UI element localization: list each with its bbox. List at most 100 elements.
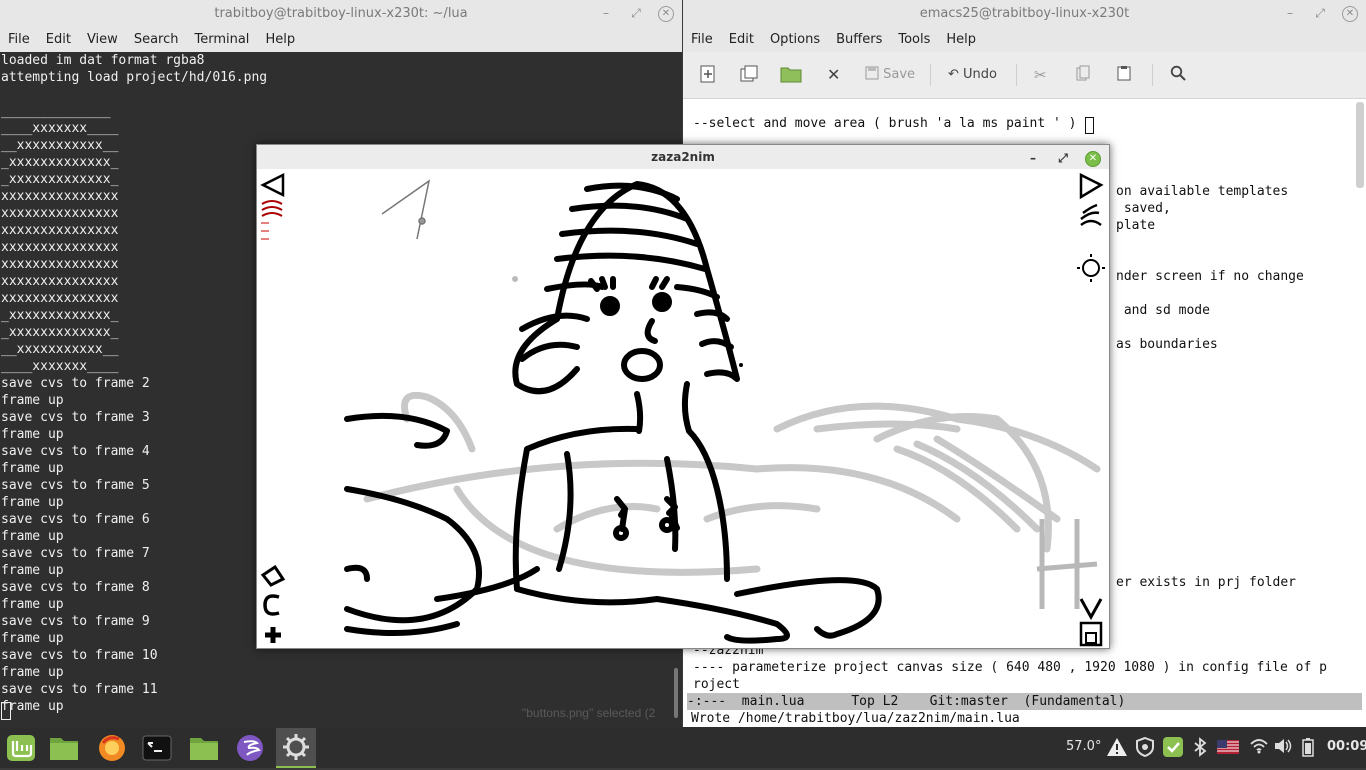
previous-frame-icon bbox=[260, 172, 285, 198]
brush-icon bbox=[260, 564, 286, 587]
emacs-menu-tools[interactable]: Tools bbox=[890, 28, 938, 52]
emacs-menu-help[interactable]: Help bbox=[938, 28, 984, 52]
terminal-line: save cvs to frame 11 bbox=[1, 682, 158, 697]
update-check-icon[interactable] bbox=[1162, 736, 1184, 762]
battery-icon[interactable] bbox=[1302, 737, 1314, 761]
code-fragment: and sd mode bbox=[1116, 303, 1210, 318]
terminal-line: ______________ bbox=[1, 104, 111, 119]
new-frame-icon[interactable] bbox=[740, 65, 758, 85]
right-tools bbox=[1077, 172, 1105, 287]
next-frame-icon bbox=[1079, 172, 1104, 200]
mint-menu-icon[interactable] bbox=[4, 731, 38, 765]
terminal-menu-terminal[interactable]: Terminal bbox=[186, 28, 257, 52]
terminal-menu-help[interactable]: Help bbox=[257, 28, 303, 52]
close-icon[interactable]: ✕ bbox=[658, 6, 674, 22]
text-cursor bbox=[1085, 117, 1094, 134]
volume-icon[interactable] bbox=[1274, 738, 1292, 758]
code-line-project: roject bbox=[693, 677, 740, 692]
code-fragment: nder screen if no change bbox=[1116, 269, 1304, 284]
terminal-cursor bbox=[1, 702, 11, 720]
open-folder-icon[interactable] bbox=[780, 65, 802, 85]
emacs-titlebar[interactable]: emacs25@trabitboy-linux-x230t – ⤢ ✕ bbox=[683, 0, 1366, 28]
paste-icon[interactable] bbox=[1117, 65, 1131, 85]
shield-icon[interactable] bbox=[1136, 736, 1154, 761]
warning-icon[interactable] bbox=[1106, 736, 1128, 762]
emacs-menubar: File Edit Options Buffers Tools Help bbox=[683, 28, 1366, 52]
taskbar: 57.0° 00:09 bbox=[0, 727, 1366, 768]
emacs-menu-edit[interactable]: Edit bbox=[721, 28, 762, 52]
wifi-icon[interactable] bbox=[1250, 738, 1268, 758]
emacs-menu-file[interactable]: File bbox=[683, 28, 721, 52]
terminal-line: save cvs to frame 10 bbox=[1, 648, 158, 663]
zaza2nim-app-icon[interactable] bbox=[276, 728, 316, 768]
minimize-icon[interactable]: – bbox=[1280, 0, 1300, 28]
toolbar-separator bbox=[1016, 64, 1017, 86]
terminal-line: ____xxxxxxx____ bbox=[1, 121, 119, 136]
settings-gear-icon bbox=[1082, 259, 1100, 277]
zaza2nim-titlebar[interactable]: zaza2nim – ⤢ ✕ bbox=[257, 145, 1109, 169]
terminal-menu-view[interactable]: View bbox=[79, 28, 126, 52]
keyboard-layout-flag-icon[interactable] bbox=[1217, 740, 1239, 758]
undo-label: Undo bbox=[963, 67, 998, 82]
zaza2nim-title: zaza2nim bbox=[651, 150, 715, 164]
terminal-titlebar[interactable]: trabitboy@trabitboy-linux-x230t: ~/lua –… bbox=[0, 0, 682, 28]
toolbar-separator bbox=[1152, 64, 1153, 86]
terminal-scrollbar[interactable] bbox=[674, 668, 678, 718]
terminal-line: loaded im dat format rgba8 bbox=[1, 53, 205, 68]
terminal-menu-edit[interactable]: Edit bbox=[38, 28, 79, 52]
terminal-title: trabitboy@trabitboy-linux-x230t: ~/lua bbox=[214, 6, 468, 21]
undo-icon: ↶ bbox=[948, 67, 959, 82]
emacs-toolbar: ✕ Save ↶ Undo ✂ bbox=[683, 52, 1366, 99]
emacs-menu-options[interactable]: Options bbox=[762, 28, 828, 52]
firefox-icon[interactable] bbox=[95, 731, 129, 765]
emacs-scrollbar[interactable] bbox=[1356, 102, 1364, 188]
minimize-icon[interactable]: – bbox=[596, 0, 616, 28]
code-fragment: plate bbox=[1116, 218, 1156, 233]
onion-icon bbox=[1080, 203, 1102, 227]
terminal-line: frame up bbox=[1, 665, 64, 680]
code-fragment: on available templates bbox=[1116, 184, 1289, 199]
emacs-modeline: -:--- main.lua Top L2 Git:master (Fundam… bbox=[687, 693, 1362, 710]
terminal-app-icon[interactable] bbox=[140, 731, 174, 765]
close-buffer-icon[interactable]: ✕ bbox=[827, 65, 840, 85]
code-fragment: er exists in prj folder bbox=[1116, 575, 1297, 590]
save-label: Save bbox=[883, 67, 916, 82]
clear-icon bbox=[263, 594, 280, 616]
code-fragment: as boundaries bbox=[1116, 337, 1218, 352]
save-button[interactable]: Save bbox=[865, 65, 915, 85]
copy-icon[interactable] bbox=[1076, 65, 1090, 85]
maximize-icon[interactable]: ⤢ bbox=[626, 0, 646, 28]
ghost-status: "buttons.png" selected (2 bbox=[522, 706, 656, 720]
undo-button[interactable]: ↶ Undo bbox=[948, 65, 997, 85]
search-icon[interactable] bbox=[1170, 65, 1186, 85]
paint-tools bbox=[259, 564, 287, 648]
emacs-title: emacs25@trabitboy-linux-x230t bbox=[919, 6, 1130, 21]
terminal-menu-search[interactable]: Search bbox=[126, 28, 187, 52]
terminal-menubar: File Edit View Search Terminal Help bbox=[0, 28, 682, 52]
add-frame-icon bbox=[265, 627, 281, 643]
emacs-menu-buffers[interactable]: Buffers bbox=[828, 28, 890, 52]
folder-icon[interactable] bbox=[187, 731, 221, 765]
drawing-canvas[interactable] bbox=[257, 169, 1109, 649]
files-icon[interactable] bbox=[47, 731, 81, 765]
maximize-icon[interactable]: ⤢ bbox=[1310, 0, 1330, 28]
temperature-readout: 57.0° bbox=[1066, 739, 1102, 754]
timeline-tools bbox=[259, 171, 285, 243]
code-fragment: saved, bbox=[1116, 201, 1171, 216]
close-icon[interactable]: ✕ bbox=[1342, 6, 1358, 22]
emacs-minibuffer[interactable]: Wrote /home/trabitboy/lua/zaz2nim/main.l… bbox=[691, 710, 1020, 727]
save-tools bbox=[1077, 597, 1105, 648]
cut-icon[interactable]: ✂ bbox=[1034, 65, 1047, 85]
code-line-parameterize: ---- parameterize project canvas size ( … bbox=[693, 660, 1327, 675]
terminal-line: attempting load project/hd/016.png bbox=[1, 70, 268, 85]
bluetooth-icon[interactable] bbox=[1193, 737, 1207, 761]
code-line-1: --select and move area ( brush 'a la ms … bbox=[693, 116, 1077, 131]
emacs-app-icon[interactable] bbox=[233, 731, 267, 765]
clock[interactable]: 00:09 bbox=[1327, 739, 1366, 754]
terminal-menu-file[interactable]: File bbox=[0, 28, 38, 52]
frame-down-icon bbox=[1079, 598, 1103, 621]
zaza2nim-window[interactable]: zaza2nim – ⤢ ✕ bbox=[256, 144, 1110, 649]
close-icon[interactable]: ✕ bbox=[1085, 151, 1101, 167]
new-file-icon[interactable] bbox=[700, 65, 716, 85]
